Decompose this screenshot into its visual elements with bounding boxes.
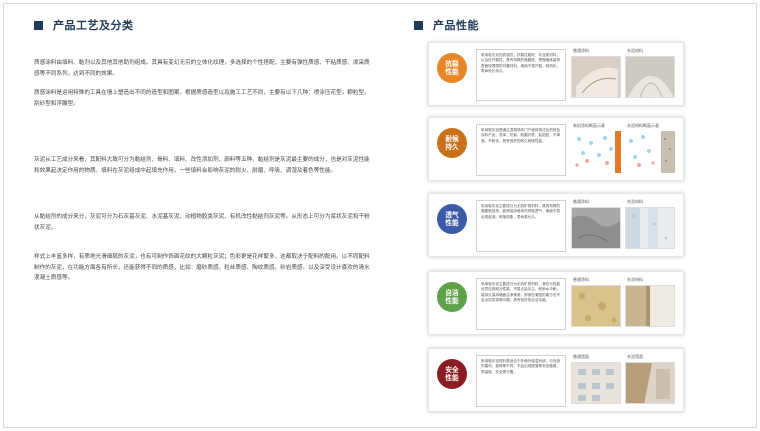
image-label: 有机涂料断面示意 — [573, 123, 605, 128]
stucco-material-photo — [625, 285, 675, 327]
performance-card-self-cleaning: 自洁性能 采用吸灰泥主要成分为无机矿物材料，其防污性能优异自带耐污性能，不易沾染… — [428, 271, 684, 335]
stucco-section-diagram — [625, 131, 675, 173]
stucco-wall-photo — [625, 362, 675, 404]
image-label: 普通涂料 — [573, 48, 589, 53]
card-description: 采用吸灰泥材料是适合于外墙外保温系统，与传统的建材，瓷砖等不同，不会出现脱落等安… — [476, 355, 566, 407]
image-label: 灰泥材料 — [627, 277, 643, 282]
paragraph: 质感涂料由填料、黏剂以及其他其他助剂组成。其具有变幻无穷的立体化纹理，多选择的个… — [34, 60, 370, 77]
paragraph: 灰泥从工艺成分来看，其配料大致可分为黏结剂、骨料、填料、改性添加剂、颜料等五种。… — [34, 157, 370, 174]
badge: 透气性能 — [437, 204, 467, 234]
ordinary-paint-photo — [571, 56, 621, 98]
performance-card-safety: 安全性能 采用吸灰泥材料是适合于外墙外保温系统，与传统的建材，瓷砖等不同，不会出… — [428, 348, 684, 412]
image-label: 灰泥墙面 — [627, 354, 643, 359]
section-marker-icon — [414, 20, 423, 30]
image-label: 普通墙面 — [573, 354, 589, 359]
section-header-performance: 产品性能 — [414, 17, 479, 33]
badge: 耐候持久 — [437, 128, 467, 158]
performance-card-breathable: 透气性能 采用吸灰泥主要成分为无机矿物材料，具有特殊的微膨胀结构，能够保持墙体的… — [428, 193, 684, 257]
image-label: 灰泥材料 — [627, 48, 643, 53]
ordinary-wall-photo — [571, 362, 621, 404]
card-description: 采用吸灰泥是通过混凝或砖门户墙体测试比的铁色涂料产品，亮泽，抗紫，耐磨外表，粘贴… — [476, 124, 566, 176]
section-title: 产品工艺及分类 — [53, 19, 134, 32]
performance-card-crack: 抗裂性能 采用吸灰泥的质感性，抗裂性能好，灰泥类材料，以及抗开裂性，具有特殊的微… — [428, 42, 684, 106]
card-description: 采用吸灰泥的质感性，抗裂性能好，灰泥类材料，以及抗开裂性，具有特殊的微膨胀，是做… — [476, 49, 566, 101]
badge: 抗裂性能 — [437, 53, 467, 83]
stucco-material-photo — [625, 207, 675, 249]
paragraph: 从黏结剂的成分来分，灰泥可分为石灰基灰泥、水泥基灰泥、动植物胶类灰泥、有机改性黏… — [34, 214, 370, 231]
stucco-material-photo — [625, 56, 675, 98]
ordinary-paint-photo — [571, 285, 621, 327]
image-label: 普通涂料 — [573, 199, 589, 204]
image-label: 普通涂料 — [573, 277, 589, 282]
badge: 安全性能 — [437, 359, 467, 389]
section-marker-icon — [34, 20, 43, 30]
paragraph: 质感涂料是运用特殊的工具在墙上塑造出不同的造型和图案，根据质感造型以及施工工艺不… — [34, 90, 370, 107]
section-title: 产品性能 — [433, 19, 479, 32]
badge: 自洁性能 — [437, 282, 467, 312]
performance-card-weather: 耐候持久 采用吸灰泥是通过混凝或砖门户墙体测试比的铁色涂料产品，亮泽，抗紫，耐磨… — [428, 117, 684, 181]
card-description: 采用吸灰泥主要成分为无机矿物材料，具有特殊的微膨胀结构，能够保持墙体的呼吸透气，… — [476, 200, 566, 252]
ordinary-paint-photo — [571, 207, 621, 249]
paragraph: 样式上丰富多样，有质地光滑细腻的灰泥，也有可制作饰面花纹的大颗粒灰泥；色彩更是花… — [34, 254, 370, 282]
section-header-process: 产品工艺及分类 — [34, 17, 134, 33]
organic-paint-diagram — [571, 131, 621, 173]
image-label: 灰泥材料断面示意 — [627, 123, 659, 128]
image-label: 灰泥材料 — [627, 199, 643, 204]
card-description: 采用吸灰泥主要成分为无机矿物材料，其防污性能优异自带耐污性能，不易沾染灰尘，耐雨… — [476, 278, 566, 330]
